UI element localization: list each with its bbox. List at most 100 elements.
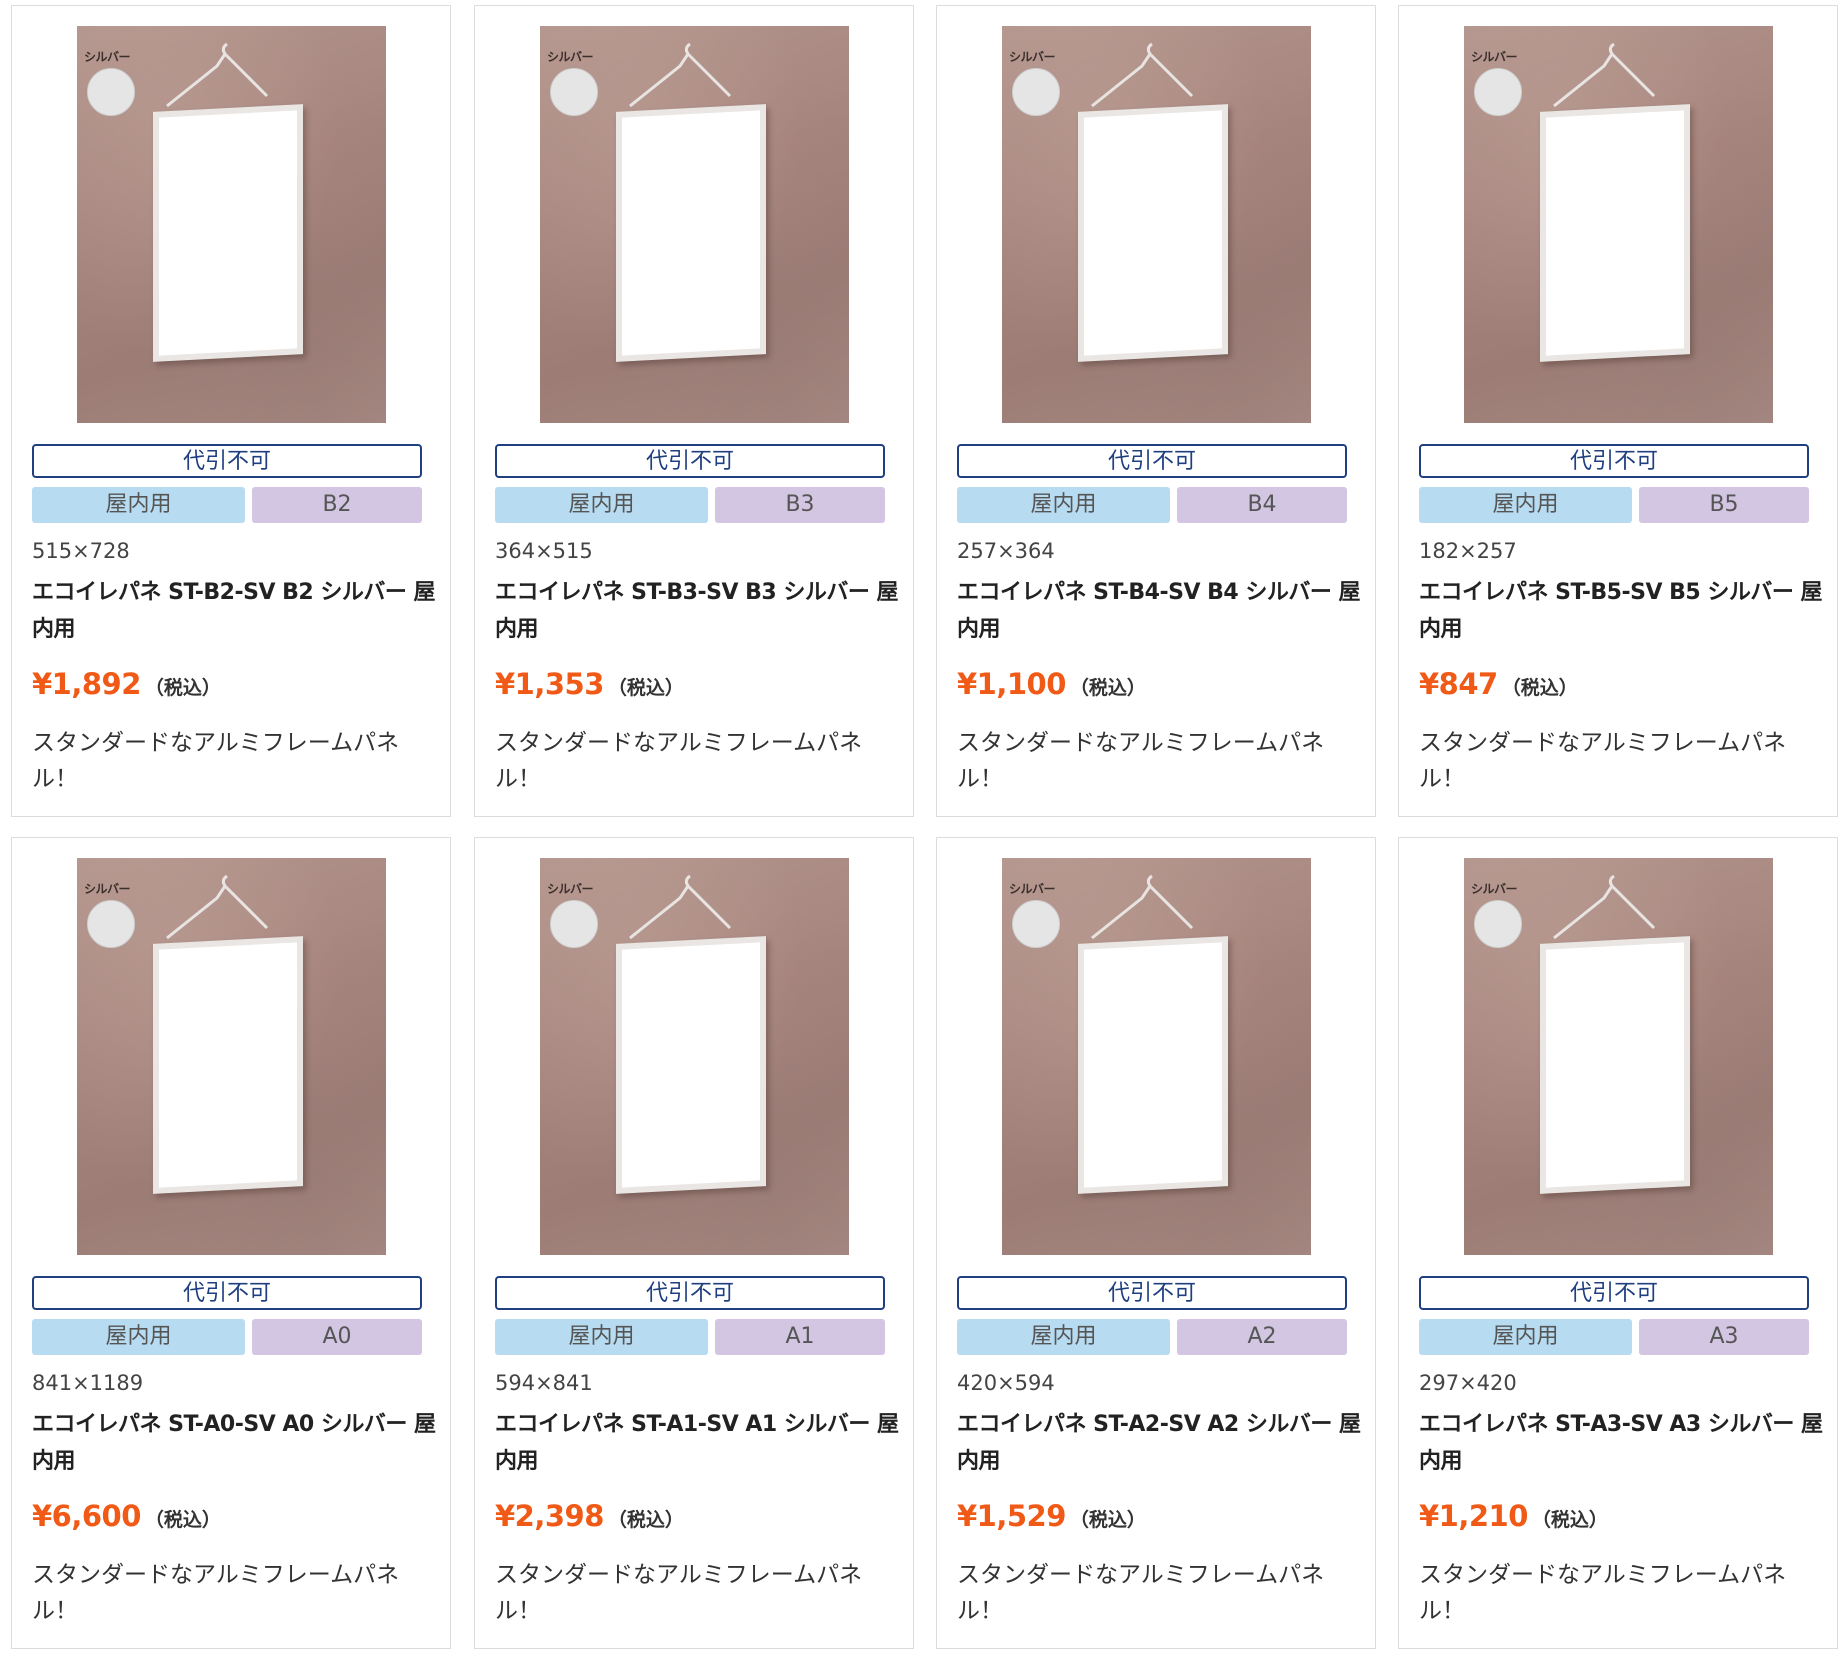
frame-panel-graphic: [616, 104, 766, 362]
tax-label: （税込）: [607, 677, 684, 699]
size-tag: B5: [1639, 487, 1809, 523]
frame-panel-graphic: [1540, 104, 1690, 362]
cod-unavailable-badge: 代引不可: [32, 1276, 422, 1310]
silver-swatch-icon: [87, 68, 135, 116]
tax-label: （税込）: [607, 1509, 684, 1531]
price-row: ¥1,529 （税込）: [957, 1499, 1146, 1541]
product-card[interactable]: シルバー 代引不可 屋内用 A0 841×1189 エコイレパネ ST-A0-S…: [11, 837, 451, 1649]
product-name-link[interactable]: エコイレパネ ST-B3-SV B3 シルバー 屋内用: [495, 574, 905, 648]
price-row: ¥2,398 （税込）: [495, 1499, 684, 1541]
size-tag: B2: [252, 487, 422, 523]
price-row: ¥1,100 （税込）: [957, 667, 1146, 709]
product-description: スタンダードなアルミフレームパネル！: [495, 730, 863, 792]
size-tag: A2: [1177, 1319, 1347, 1355]
product-dimensions: 257×364: [957, 539, 1055, 563]
product-card[interactable]: シルバー 代引不可 屋内用 A1 594×841 エコイレパネ ST-A1-SV…: [474, 837, 914, 1649]
indoor-tag: 屋内用: [32, 487, 245, 523]
silver-swatch-icon: [87, 900, 135, 948]
frame-panel-graphic: [153, 936, 303, 1194]
product-name-link[interactable]: エコイレパネ ST-B5-SV B5 シルバー 屋内用: [1419, 574, 1829, 648]
product-name-link[interactable]: エコイレパネ ST-B4-SV B4 シルバー 屋内用: [957, 574, 1367, 648]
product-description: スタンダードなアルミフレームパネル！: [32, 1562, 400, 1624]
silver-swatch-icon: [1012, 900, 1060, 948]
product-description: スタンダードなアルミフレームパネル！: [957, 730, 1325, 792]
product-name-link[interactable]: エコイレパネ ST-A1-SV A1 シルバー 屋内用: [495, 1406, 905, 1480]
frame-panel-graphic: [616, 936, 766, 1194]
price-row: ¥1,210 （税込）: [1419, 1499, 1608, 1541]
product-name-link[interactable]: エコイレパネ ST-A2-SV A2 シルバー 屋内用: [957, 1406, 1367, 1480]
product-price: ¥2,398: [495, 1499, 604, 1533]
indoor-tag: 屋内用: [32, 1319, 245, 1355]
cod-unavailable-badge: 代引不可: [495, 444, 885, 478]
size-tag: B3: [715, 487, 885, 523]
swatch-label: シルバー: [1009, 882, 1056, 896]
silver-swatch-icon: [1474, 68, 1522, 116]
product-card[interactable]: シルバー 代引不可 屋内用 B4 257×364 エコイレパネ ST-B4-SV…: [936, 5, 1376, 817]
swatch-label: シルバー: [84, 50, 131, 64]
product-card[interactable]: シルバー 代引不可 屋内用 A3 297×420 エコイレパネ ST-A3-SV…: [1398, 837, 1838, 1649]
product-dimensions: 515×728: [32, 539, 130, 563]
indoor-tag: 屋内用: [1419, 1319, 1632, 1355]
product-description: スタンダードなアルミフレームパネル！: [495, 1562, 863, 1624]
product-image[interactable]: シルバー: [540, 858, 849, 1255]
cod-unavailable-badge: 代引不可: [495, 1276, 885, 1310]
price-row: ¥847 （税込）: [1419, 667, 1578, 709]
product-image[interactable]: シルバー: [1464, 26, 1773, 423]
swatch-label: シルバー: [1471, 882, 1518, 896]
silver-swatch-icon: [1474, 900, 1522, 948]
product-dimensions: 364×515: [495, 539, 593, 563]
product-image[interactable]: シルバー: [77, 858, 386, 1255]
cod-unavailable-badge: 代引不可: [957, 444, 1347, 478]
indoor-tag: 屋内用: [957, 487, 1170, 523]
swatch-label: シルバー: [1009, 50, 1056, 64]
frame-panel-graphic: [1540, 936, 1690, 1194]
price-row: ¥1,892 （税込）: [32, 667, 221, 709]
indoor-tag: 屋内用: [957, 1319, 1170, 1355]
product-dimensions: 420×594: [957, 1371, 1055, 1395]
swatch-label: シルバー: [1471, 50, 1518, 64]
frame-panel-graphic: [1078, 104, 1228, 362]
swatch-label: シルバー: [547, 882, 594, 896]
indoor-tag: 屋内用: [495, 487, 708, 523]
size-tag: A1: [715, 1319, 885, 1355]
frame-panel-graphic: [1078, 936, 1228, 1194]
product-dimensions: 297×420: [1419, 1371, 1517, 1395]
product-dimensions: 841×1189: [32, 1371, 144, 1395]
product-description: スタンダードなアルミフレームパネル！: [1419, 730, 1787, 792]
product-card[interactable]: シルバー 代引不可 屋内用 A2 420×594 エコイレパネ ST-A2-SV…: [936, 837, 1376, 1649]
product-description: スタンダードなアルミフレームパネル！: [32, 730, 400, 792]
tax-label: （税込）: [1069, 677, 1146, 699]
silver-swatch-icon: [550, 900, 598, 948]
cod-unavailable-badge: 代引不可: [1419, 444, 1809, 478]
product-dimensions: 182×257: [1419, 539, 1517, 563]
product-price: ¥1,892: [32, 667, 141, 701]
frame-panel-graphic: [153, 104, 303, 362]
swatch-label: シルバー: [84, 882, 131, 896]
product-card[interactable]: シルバー 代引不可 屋内用 B2 515×728 エコイレパネ ST-B2-SV…: [11, 5, 451, 817]
cod-unavailable-badge: 代引不可: [1419, 1276, 1809, 1310]
product-price: ¥1,210: [1419, 1499, 1528, 1533]
product-image[interactable]: シルバー: [1002, 26, 1311, 423]
product-card[interactable]: シルバー 代引不可 屋内用 B3 364×515 エコイレパネ ST-B3-SV…: [474, 5, 914, 817]
cod-unavailable-badge: 代引不可: [32, 444, 422, 478]
size-tag: B4: [1177, 487, 1347, 523]
product-grid: シルバー 代引不可 屋内用 B2 515×728 エコイレパネ ST-B2-SV…: [0, 0, 1846, 1656]
product-name-link[interactable]: エコイレパネ ST-B2-SV B2 シルバー 屋内用: [32, 574, 442, 648]
product-image[interactable]: シルバー: [540, 26, 849, 423]
product-card[interactable]: シルバー 代引不可 屋内用 B5 182×257 エコイレパネ ST-B5-SV…: [1398, 5, 1838, 817]
product-image[interactable]: シルバー: [1002, 858, 1311, 1255]
product-image[interactable]: シルバー: [77, 26, 386, 423]
product-dimensions: 594×841: [495, 1371, 593, 1395]
product-price: ¥1,353: [495, 667, 604, 701]
indoor-tag: 屋内用: [1419, 487, 1632, 523]
product-name-link[interactable]: エコイレパネ ST-A0-SV A0 シルバー 屋内用: [32, 1406, 442, 1480]
indoor-tag: 屋内用: [495, 1319, 708, 1355]
swatch-label: シルバー: [547, 50, 594, 64]
tax-label: （税込）: [144, 677, 221, 699]
cod-unavailable-badge: 代引不可: [957, 1276, 1347, 1310]
product-name-link[interactable]: エコイレパネ ST-A3-SV A3 シルバー 屋内用: [1419, 1406, 1829, 1480]
silver-swatch-icon: [550, 68, 598, 116]
product-image[interactable]: シルバー: [1464, 858, 1773, 1255]
tax-label: （税込）: [1069, 1509, 1146, 1531]
silver-swatch-icon: [1012, 68, 1060, 116]
